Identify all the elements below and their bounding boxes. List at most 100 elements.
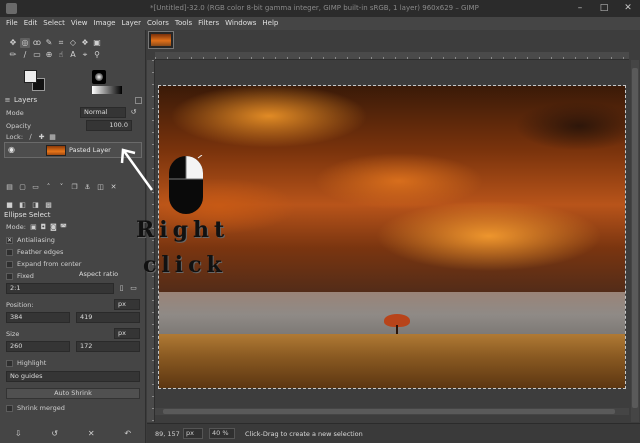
duplicate-layer-icon[interactable]: ❐: [71, 183, 78, 191]
minimize-button[interactable]: –: [568, 0, 592, 17]
lone-tree: [384, 314, 410, 334]
folder-icon[interactable]: ▭: [32, 183, 39, 191]
mask-layer-icon[interactable]: ◫: [97, 183, 104, 191]
brush-tool-icon[interactable]: ∕: [20, 50, 30, 60]
menu-file[interactable]: File: [6, 17, 18, 30]
menu-view[interactable]: View: [71, 17, 88, 30]
portrait-icon[interactable]: ▯: [118, 285, 125, 292]
menu-tools[interactable]: Tools: [175, 17, 192, 30]
position-x-input[interactable]: 384: [6, 312, 70, 323]
expand-label: Expand from center: [17, 260, 82, 268]
close-window-button[interactable]: ✕: [616, 0, 640, 17]
subtract-mode-icon[interactable]: ◙: [50, 223, 57, 231]
unit-select[interactable]: px: [183, 428, 203, 439]
shrink-merged-row[interactable]: Shrink merged: [6, 402, 140, 414]
size-height-input[interactable]: 172: [76, 341, 140, 352]
tool-options-tab-icon[interactable]: ■: [6, 201, 13, 209]
horizontal-ruler[interactable]: [155, 52, 629, 60]
new-layer-group-icon[interactable]: ▤: [6, 183, 13, 191]
opacity-label: Opacity: [6, 122, 32, 130]
mode-switch-icon[interactable]: ↺: [130, 109, 137, 116]
intersect-mode-icon[interactable]: ◚: [60, 223, 67, 231]
move-tool-icon[interactable]: ✥: [8, 38, 18, 48]
smudge-tool-icon[interactable]: ☝: [56, 50, 66, 60]
foreground-color-swatch[interactable]: [24, 70, 37, 83]
menu-select[interactable]: Select: [43, 17, 65, 30]
warp-tool-icon[interactable]: ❖: [80, 38, 90, 48]
menu-help[interactable]: Help: [262, 17, 278, 30]
maximize-button[interactable]: □: [592, 0, 616, 17]
size-width-input[interactable]: 260: [6, 341, 70, 352]
eraser-tool-icon[interactable]: ▭: [32, 50, 42, 60]
size-label-row: Size px: [6, 328, 140, 340]
anchor-layer-icon[interactable]: ⚓: [84, 183, 91, 191]
position-unit-select[interactable]: px: [114, 299, 140, 310]
color-picker-icon[interactable]: ⌖: [80, 50, 90, 60]
gradient-preview[interactable]: [92, 86, 122, 94]
menu-windows[interactable]: Windows: [225, 17, 256, 30]
device-status-tab-icon[interactable]: ◧: [19, 201, 26, 209]
brush-preview-icon[interactable]: [92, 70, 106, 84]
lock-alpha-icon[interactable]: ▦: [49, 133, 56, 141]
ratio-input[interactable]: 2:1: [6, 283, 114, 294]
lower-layer-icon[interactable]: ˅: [58, 183, 65, 191]
panel-menu-icon[interactable]: [135, 96, 142, 104]
highlight-row[interactable]: Highlight: [6, 357, 140, 369]
layer-mode-select[interactable]: Normal: [80, 107, 126, 118]
delete-layer-icon[interactable]: ✕: [110, 183, 117, 191]
menu-image[interactable]: Image: [94, 17, 116, 30]
highlight-checkbox[interactable]: [6, 359, 13, 367]
antialiasing-row[interactable]: ✕ Antialiasing: [6, 234, 140, 246]
menu-filters[interactable]: Filters: [198, 17, 219, 30]
feather-row[interactable]: Feather edges: [6, 246, 140, 258]
select-tool-icon[interactable]: ◎: [20, 38, 30, 48]
crop-tool-icon[interactable]: ⌗: [56, 38, 66, 48]
transform-tool-icon[interactable]: ◇: [68, 38, 78, 48]
undo-history-tab-icon[interactable]: ◨: [32, 201, 39, 209]
fixed-checkbox[interactable]: [6, 272, 13, 280]
pencil-tool-icon[interactable]: ✏: [8, 50, 18, 60]
fuzzy-select-icon[interactable]: ✎: [44, 38, 54, 48]
position-y-input[interactable]: 419: [76, 312, 140, 323]
fixed-row[interactable]: Fixed Aspect ratio: [6, 270, 140, 282]
menu-edit[interactable]: Edit: [24, 17, 38, 30]
menu-colors[interactable]: Colors: [147, 17, 169, 30]
delete-options-icon[interactable]: ✕: [88, 429, 95, 438]
paint-bucket-icon[interactable]: ▣: [92, 38, 102, 48]
new-layer-icon[interactable]: ▢: [19, 183, 26, 191]
lock-position-icon[interactable]: ✚: [38, 133, 45, 141]
text-tool-icon[interactable]: A: [68, 50, 78, 60]
visibility-eye-icon[interactable]: ◉: [8, 146, 18, 154]
selection-mode-label: Mode:: [6, 223, 26, 231]
size-unit-select[interactable]: px: [114, 328, 140, 339]
fixed-type-select[interactable]: Aspect ratio: [76, 270, 138, 281]
restore-options-icon[interactable]: ↺: [51, 429, 58, 438]
antialiasing-checkbox[interactable]: ✕: [6, 236, 13, 244]
lasso-tool-icon[interactable]: ꝏ: [32, 38, 42, 48]
clone-tool-icon[interactable]: ⊕: [44, 50, 54, 60]
images-tab-icon[interactable]: ▩: [45, 201, 52, 209]
add-mode-icon[interactable]: ◘: [40, 223, 47, 231]
replace-mode-icon[interactable]: ▣: [30, 223, 37, 231]
shrink-merged-checkbox[interactable]: [6, 404, 13, 412]
gimp-app-icon: [6, 3, 17, 14]
menu-layer[interactable]: Layer: [121, 17, 141, 30]
zoom-tool-icon[interactable]: ⚲: [92, 50, 102, 60]
raise-layer-icon[interactable]: ˄: [45, 183, 52, 191]
lock-pixels-icon[interactable]: ∕: [27, 133, 34, 141]
opacity-slider[interactable]: 100.0: [86, 120, 132, 131]
auto-shrink-button[interactable]: Auto Shrink: [6, 388, 140, 399]
fg-bg-colors[interactable]: [24, 70, 48, 94]
expand-row[interactable]: Expand from center: [6, 258, 140, 270]
zoom-select[interactable]: 40 %: [209, 428, 235, 439]
layer-name[interactable]: Pasted Layer: [69, 146, 111, 154]
image-tab-thumbnail[interactable]: [148, 31, 174, 49]
expand-checkbox[interactable]: [6, 260, 13, 268]
guides-select[interactable]: No guides: [6, 371, 140, 382]
reset-options-icon[interactable]: ↶: [124, 429, 131, 438]
save-options-icon[interactable]: ⇩: [15, 429, 22, 438]
feather-checkbox[interactable]: [6, 248, 13, 256]
vertical-scrollbar[interactable]: [631, 60, 639, 422]
landscape-icon[interactable]: ▭: [130, 285, 137, 292]
horizontal-scrollbar[interactable]: [155, 408, 629, 415]
